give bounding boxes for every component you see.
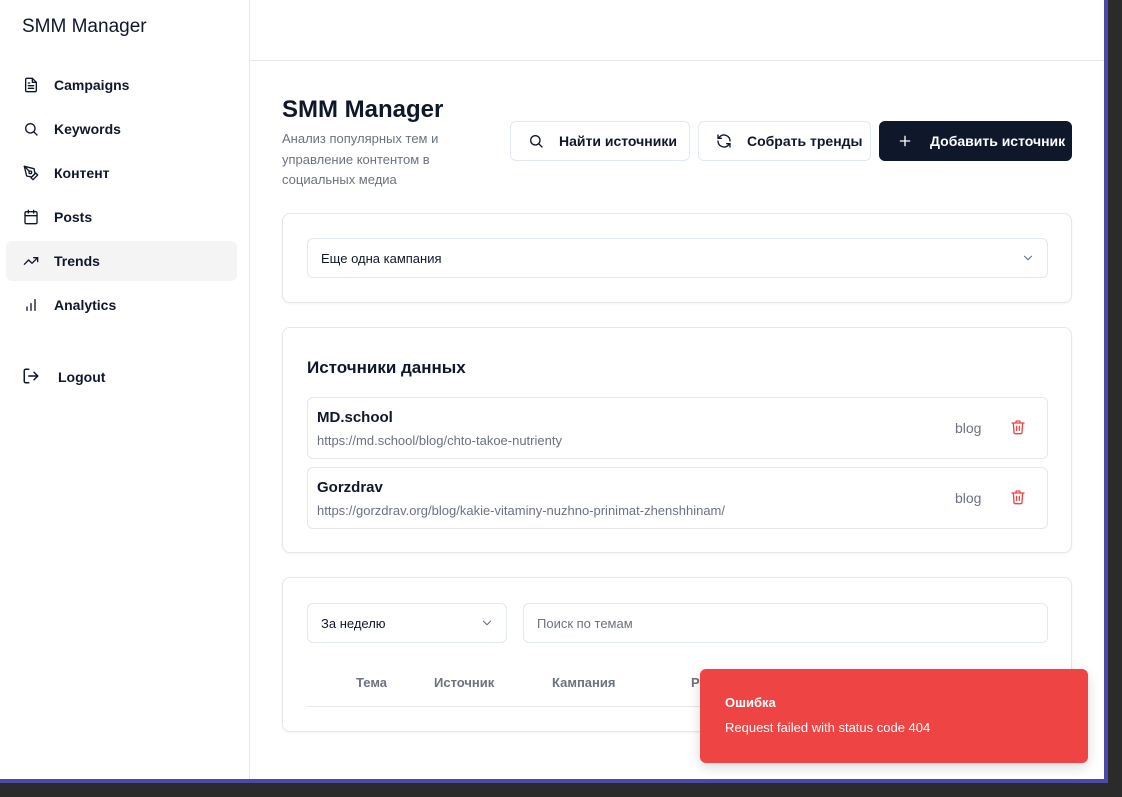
- period-select[interactable]: За неделю: [307, 603, 507, 643]
- file-text-icon: [22, 76, 40, 94]
- sidebar-item-label: Контент: [54, 165, 110, 181]
- page-subtitle: Анализ популярных тем и управление конте…: [282, 131, 439, 187]
- sidebar: SMM Manager Campaigns Keywords Контент P…: [0, 0, 250, 779]
- period-select-value: За неделю: [321, 615, 386, 631]
- sidebar-item-label: Posts: [54, 209, 93, 225]
- trash-icon: [1011, 490, 1025, 505]
- trash-icon: [1011, 420, 1025, 435]
- sidebar-item-label: Campaigns: [54, 77, 130, 93]
- source-url: https://md.school/blog/chto-takoe-nutrie…: [317, 433, 562, 448]
- calendar-icon: [22, 208, 40, 226]
- sidebar-item-content[interactable]: Контент: [6, 153, 237, 193]
- window-frame-bottom: [0, 779, 1108, 783]
- pen-tool-icon: [22, 164, 40, 182]
- delete-source-button[interactable]: [1010, 489, 1026, 507]
- search-icon: [22, 120, 40, 138]
- toast-title: Ошибка: [725, 695, 776, 710]
- sidebar-item-label: Trends: [54, 253, 100, 269]
- source-item: Gorzdrav https://gorzdrav.org/blog/kakie…: [307, 467, 1048, 529]
- sidebar-nav: Campaigns Keywords Контент Posts Trends …: [6, 65, 237, 329]
- bar-chart-icon: [22, 296, 40, 314]
- sidebar-item-trends[interactable]: Trends: [6, 241, 237, 281]
- chevron-down-icon: [1021, 251, 1035, 265]
- error-toast[interactable]: Ошибка Request failed with status code 4…: [700, 669, 1088, 763]
- source-type: blog: [955, 420, 982, 436]
- sidebar-item-analytics[interactable]: Analytics: [6, 285, 237, 325]
- source-item: MD.school https://md.school/blog/chto-ta…: [307, 397, 1048, 459]
- brand-title: SMM Manager: [22, 16, 147, 37]
- sources-card: Источники данных MD.school https://md.sc…: [282, 327, 1072, 553]
- topic-search-input[interactable]: [523, 603, 1048, 643]
- chevron-down-icon: [480, 616, 494, 630]
- find-sources-label: Найти источники: [559, 133, 677, 149]
- campaign-card: Еще одна кампания: [282, 213, 1072, 303]
- collect-trends-label: Собрать тренды: [747, 133, 863, 149]
- logout-button[interactable]: Logout: [22, 366, 105, 388]
- find-sources-button[interactable]: Найти источники: [510, 121, 690, 161]
- source-name: MD.school: [317, 409, 393, 426]
- sidebar-item-keywords[interactable]: Keywords: [6, 109, 237, 149]
- toast-message: Request failed with status code 404: [725, 720, 931, 735]
- trending-up-icon: [22, 252, 40, 270]
- source-url: https://gorzdrav.org/blog/kakie-vitaminy…: [317, 503, 726, 518]
- add-source-label: Добавить источник: [930, 133, 1066, 149]
- logout-label: Logout: [58, 369, 106, 385]
- app-window: SMM Manager Campaigns Keywords Контент P…: [0, 0, 1104, 779]
- sidebar-item-label: Keywords: [54, 121, 121, 137]
- column-header-topic[interactable]: Тема: [356, 675, 387, 690]
- column-header-source[interactable]: Источник: [434, 675, 494, 690]
- add-source-button[interactable]: Добавить источник: [879, 121, 1072, 161]
- source-name: Gorzdrav: [317, 479, 383, 496]
- collect-trends-button[interactable]: Собрать тренды: [698, 121, 871, 161]
- column-header-campaign[interactable]: Кампания: [552, 675, 615, 690]
- top-bar: [250, 0, 1104, 61]
- sidebar-item-campaigns[interactable]: Campaigns: [6, 65, 237, 105]
- delete-source-button[interactable]: [1010, 419, 1026, 437]
- refresh-icon: [717, 134, 731, 148]
- sources-title: Источники данных: [307, 358, 466, 377]
- campaign-select-value: Еще одна кампания: [321, 250, 442, 266]
- source-type: blog: [955, 490, 982, 506]
- campaign-select[interactable]: Еще одна кампания: [307, 238, 1048, 278]
- window-frame-right: [1104, 0, 1108, 783]
- sidebar-item-posts[interactable]: Posts: [6, 197, 237, 237]
- sidebar-item-label: Analytics: [54, 297, 117, 313]
- log-out-icon: [22, 367, 58, 388]
- plus-icon: [899, 135, 911, 147]
- search-icon: [530, 135, 543, 148]
- page-title: SMM Manager: [282, 96, 444, 123]
